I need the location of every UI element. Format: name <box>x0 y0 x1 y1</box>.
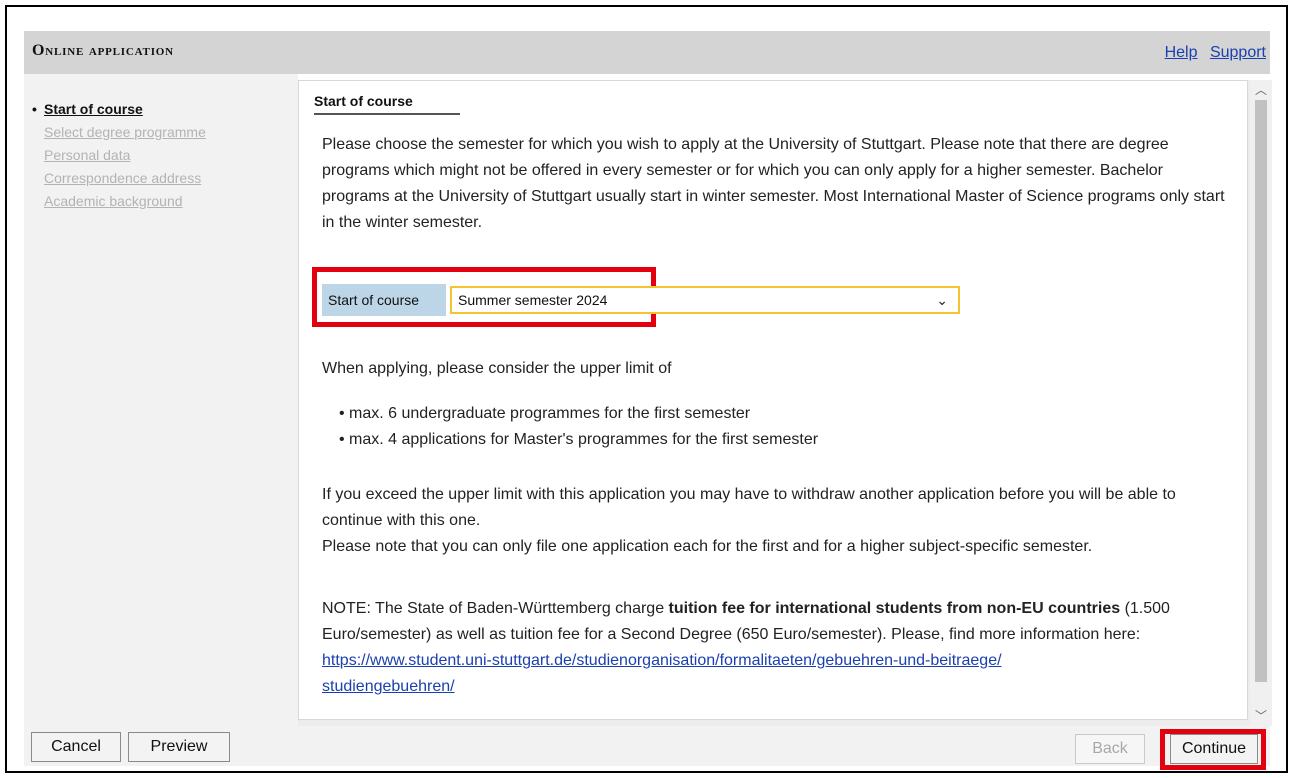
exceed-note-text: If you exceed the upper limit with this … <box>322 482 1227 560</box>
app-title: Online application <box>32 42 174 59</box>
highlight-box-continue <box>1160 729 1266 770</box>
exceed-note: If you exceed the upper limit with this … <box>322 486 1176 529</box>
scrollbar-thumb[interactable] <box>1255 100 1267 682</box>
tuition-info-link[interactable]: https://www.student.uni-stuttgart.de/stu… <box>322 652 1002 669</box>
sidebar: Start of course Select degree programme … <box>24 74 298 726</box>
sidebar-steps: Start of course Select degree programme … <box>30 98 206 213</box>
app-header: Online application Help Support <box>24 31 1270 74</box>
sidebar-item-academic-background: Academic background <box>44 193 183 209</box>
content-scrollbar[interactable]: ︿ ﹀ <box>1250 80 1272 726</box>
sidebar-item-personal-data: Personal data <box>44 147 131 163</box>
intro-text: Please choose the semester for which you… <box>322 136 1225 231</box>
list-item: max. 6 undergraduate programmes for the … <box>339 401 818 427</box>
start-of-course-label: Start of course <box>322 284 446 316</box>
start-of-course-select[interactable]: Summer semester 2024 ⌄ <box>450 286 960 314</box>
list-item: max. 4 applications for Master's program… <box>339 427 818 453</box>
select-value: Summer semester 2024 <box>458 292 608 308</box>
back-button: Back <box>1075 734 1145 764</box>
sidebar-item-start-of-course[interactable]: Start of course <box>30 98 206 121</box>
section-tab-start-of-course: Start of course <box>314 93 460 115</box>
note-prefix: NOTE: The State of Baden-Württemberg cha… <box>322 600 665 617</box>
chevron-down-icon: ⌄ <box>936 292 948 308</box>
content-panel: Start of course Please choose the semest… <box>298 80 1248 720</box>
sidebar-item-correspondence-address: Correspondence address <box>44 170 202 186</box>
note-bold: tuition fee for international students f… <box>668 600 1121 617</box>
scroll-down-icon[interactable]: ﹀ <box>1250 706 1272 726</box>
content-area: Start of course Please choose the semest… <box>298 80 1272 726</box>
tuition-note: NOTE: The State of Baden-Württemberg cha… <box>322 596 1227 700</box>
file-note: Please note that you can only file one a… <box>322 538 1093 555</box>
limit-list: max. 6 undergraduate programmes for the … <box>339 401 818 453</box>
tuition-info-link-cont[interactable]: studiengebuehren/ <box>322 678 455 695</box>
cancel-button[interactable]: Cancel <box>31 732 121 762</box>
header-links: Help Support <box>1157 44 1266 62</box>
support-link[interactable]: Support <box>1210 44 1266 61</box>
limit-intro-text: When applying, please consider the upper… <box>322 360 672 377</box>
bottom-bar: Cancel Preview Back Continue <box>24 726 1270 770</box>
preview-button[interactable]: Preview <box>128 732 230 762</box>
help-link[interactable]: Help <box>1165 44 1198 61</box>
sidebar-item-select-degree-programme: Select degree programme <box>44 124 206 140</box>
scroll-up-icon[interactable]: ︿ <box>1250 80 1272 100</box>
